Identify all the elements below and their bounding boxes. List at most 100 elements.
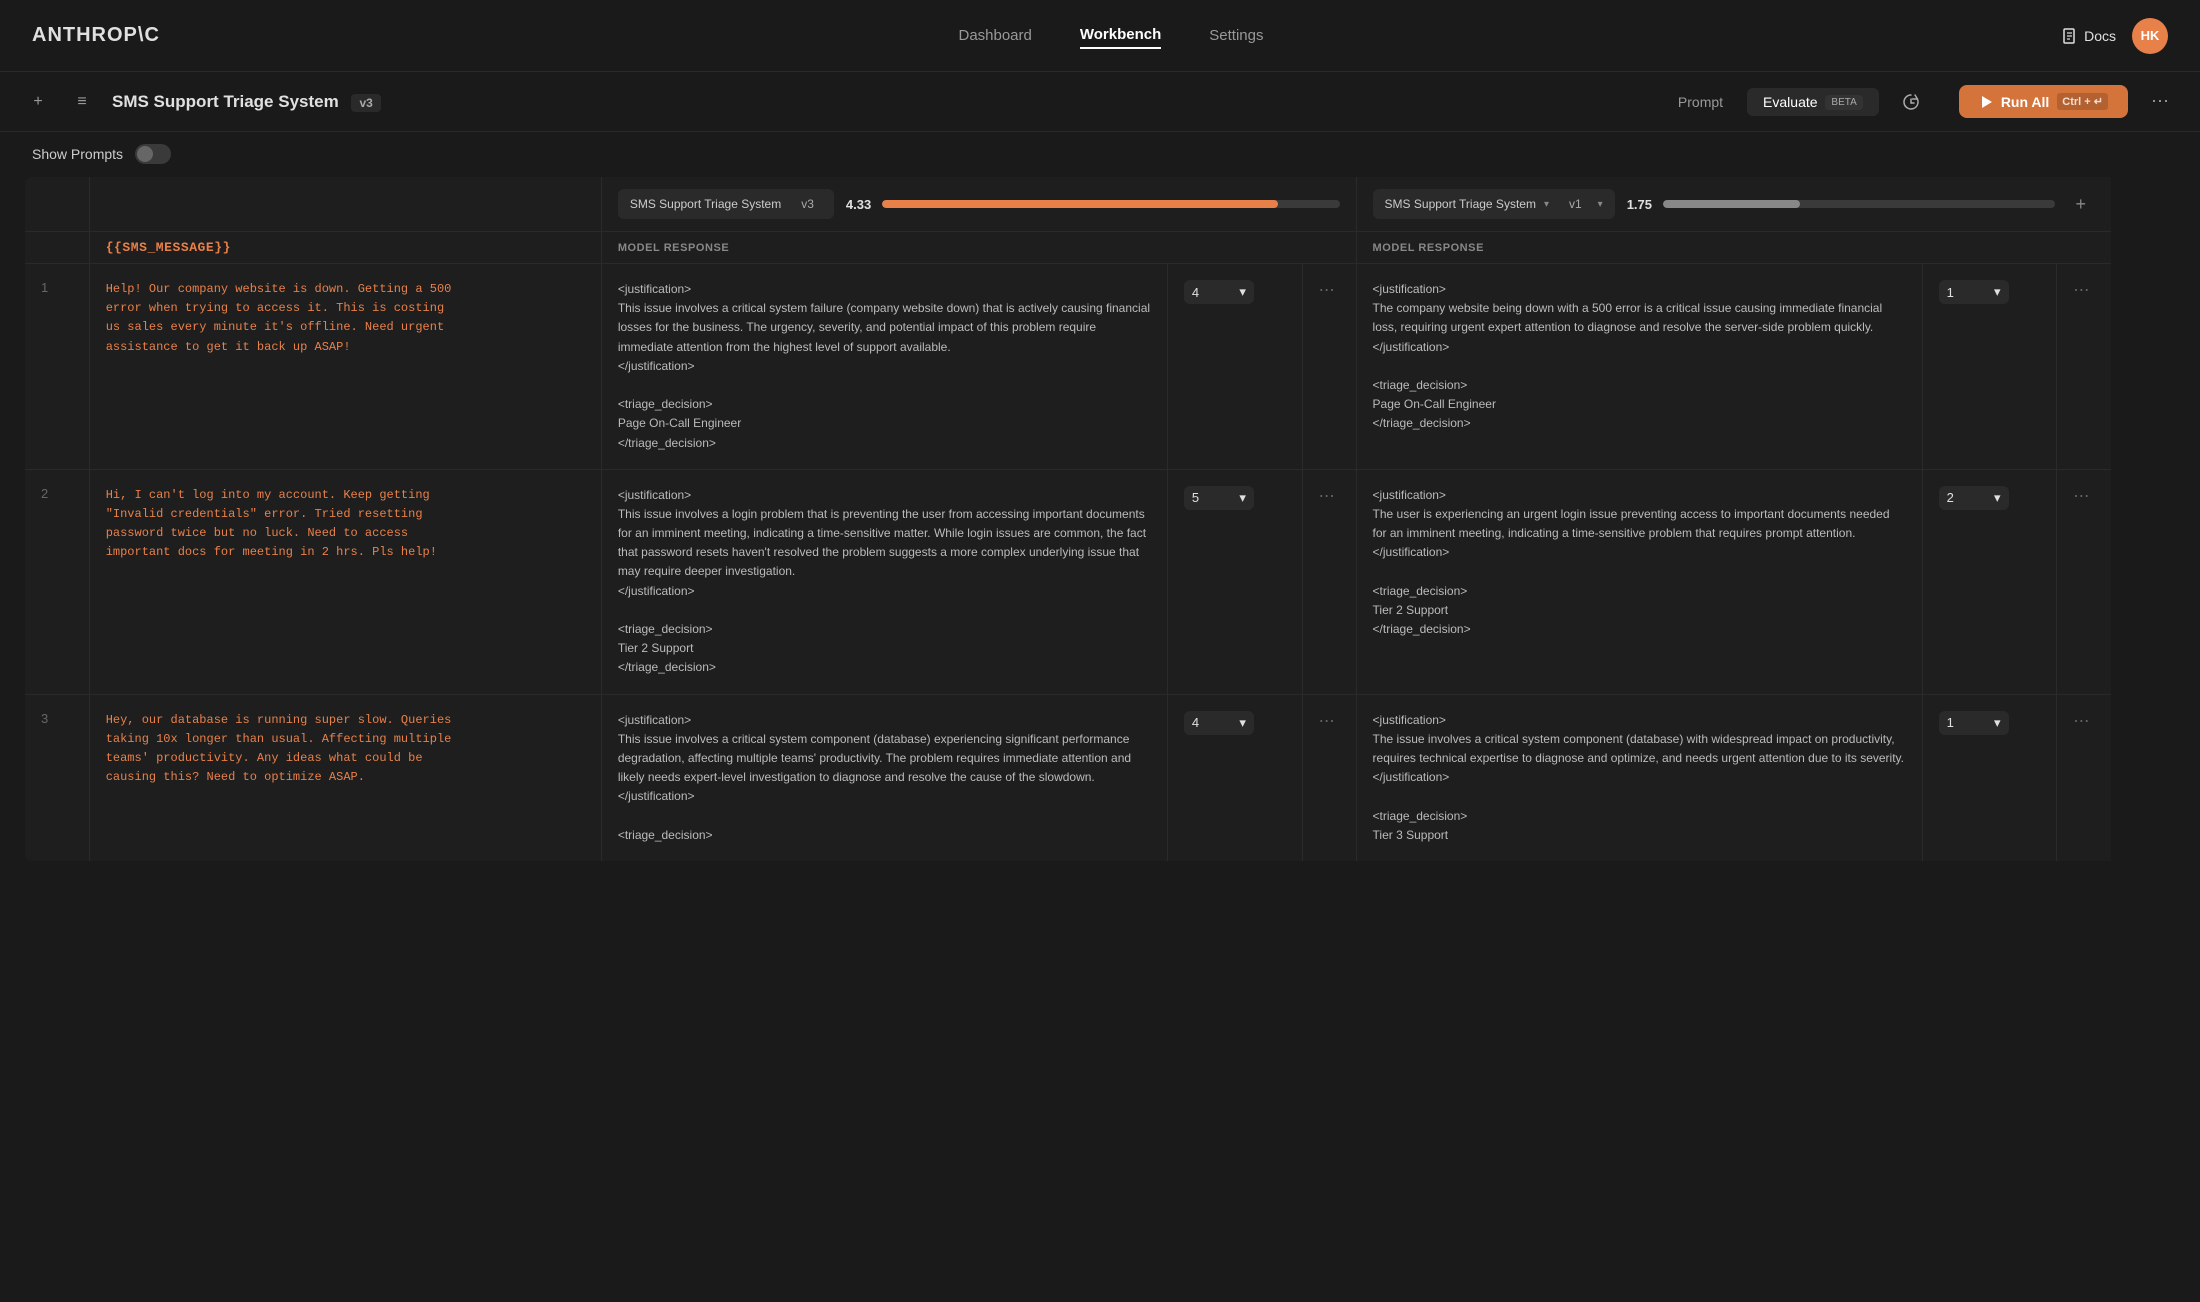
- nav-center: Dashboard Workbench Settings: [958, 22, 1263, 49]
- row-2-more-button-1[interactable]: ⋯: [1319, 486, 1340, 506]
- row-2-score1-cell: 5 ▾: [1167, 469, 1302, 694]
- row-2-score2-dropdown[interactable]: 2 ▾: [1939, 486, 2009, 510]
- model1-selector[interactable]: SMS Support Triage System v3: [618, 189, 834, 219]
- docs-icon: [2062, 28, 2078, 44]
- header-empty-1: [25, 177, 90, 232]
- subheader-model-response-2: MODEL RESPONSE: [1356, 232, 2111, 264]
- score2-chevron: ▾: [1994, 715, 2001, 731]
- history-icon: [1901, 92, 1921, 112]
- toolbar: + ≡ SMS Support Triage System v3 Prompt …: [0, 72, 2200, 132]
- model1-score-fill: [882, 200, 1278, 208]
- tab-evaluate[interactable]: Evaluate BETA: [1747, 88, 1879, 116]
- history-button[interactable]: [1895, 86, 1927, 118]
- model1-score-bg: [882, 200, 1340, 208]
- row-2-actions1: ⋯: [1302, 469, 1356, 694]
- row-3-more-button-2[interactable]: ⋯: [2073, 711, 2094, 731]
- row-1-actions2: ⋯: [2057, 264, 2111, 470]
- row-1-actions1: ⋯: [1302, 264, 1356, 470]
- user-avatar[interactable]: HK: [2132, 18, 2168, 54]
- row-1-more-button-2[interactable]: ⋯: [2073, 280, 2094, 300]
- model2-score-value: 1.75: [1627, 197, 1655, 212]
- score1-chevron: ▾: [1239, 490, 1246, 506]
- model2-selector[interactable]: SMS Support Triage System ▾ v1 ▾: [1373, 189, 1615, 219]
- score2-chevron: ▾: [1994, 490, 2001, 506]
- table-header-row: SMS Support Triage System v3 4.33 SMS Su: [25, 177, 2176, 232]
- top-nav: ANTHROP\C Dashboard Workbench Settings D…: [0, 0, 2200, 72]
- row-2-response2: <justification> The user is experiencing…: [1356, 469, 1922, 694]
- row-3-response1: <justification> This issue involves a cr…: [601, 694, 1167, 861]
- model2-score-bar: 1.75: [1627, 197, 2055, 212]
- row-3-sms: Hey, our database is running super slow.…: [89, 694, 601, 861]
- row-2-score1-dropdown[interactable]: 5 ▾: [1184, 486, 1254, 510]
- row-3-score2-dropdown[interactable]: 1 ▾: [1939, 711, 2009, 735]
- row-1-score2-cell: 1 ▾: [1922, 264, 2057, 470]
- row-1-score1-cell: 4 ▾: [1167, 264, 1302, 470]
- row-3-actions1: ⋯: [1302, 694, 1356, 861]
- model1-score-bar: 4.33: [846, 197, 1340, 212]
- row-1-num: 1: [25, 264, 90, 470]
- row-2-score2-cell: 2 ▾: [1922, 469, 2057, 694]
- keyboard-hint: Ctrl + ↵: [2057, 93, 2108, 110]
- table-row: 3 Hey, our database is running super slo…: [25, 694, 2176, 861]
- score1-chevron: ▾: [1239, 715, 1246, 731]
- version-badge: v3: [351, 94, 380, 112]
- row-1-more-button-1[interactable]: ⋯: [1319, 280, 1340, 300]
- model1-version: v3: [793, 195, 822, 213]
- subheader-model-response-1: MODEL RESPONSE: [601, 232, 1356, 264]
- row-1-score2-dropdown[interactable]: 1 ▾: [1939, 280, 2009, 304]
- nav-dashboard[interactable]: Dashboard: [958, 23, 1031, 48]
- row-1-sms: Help! Our company website is down. Getti…: [89, 264, 601, 470]
- nav-settings[interactable]: Settings: [1209, 23, 1263, 48]
- toggle-knob: [137, 146, 153, 162]
- row-3-score1-dropdown[interactable]: 4 ▾: [1184, 711, 1254, 735]
- nav-right: Docs HK: [2062, 18, 2168, 54]
- row-2-actions2: ⋯: [2057, 469, 2111, 694]
- header-empty-2: [89, 177, 601, 232]
- model2-version-chevron: ▾: [1598, 199, 1603, 210]
- row-3-score1-cell: 4 ▾: [1167, 694, 1302, 861]
- header-model2: SMS Support Triage System ▾ v1 ▾ 1.75 +: [1356, 177, 2111, 232]
- row-3-score2-cell: 1 ▾: [1922, 694, 2057, 861]
- add-column-button[interactable]: +: [2067, 190, 2095, 218]
- tab-prompt[interactable]: Prompt: [1662, 88, 1739, 116]
- list-icon[interactable]: ≡: [68, 88, 96, 116]
- row-3-actions2: ⋯: [2057, 694, 2111, 861]
- docs-button[interactable]: Docs: [2062, 28, 2116, 44]
- model2-version: v1: [1561, 195, 1590, 213]
- row-2-response1: <justification> This issue involves a lo…: [601, 469, 1167, 694]
- row-1-response1: <justification> This issue involves a cr…: [601, 264, 1167, 470]
- main-table-wrap: SMS Support Triage System v3 4.33 SMS Su: [0, 176, 2200, 862]
- model2-score-bg: [1663, 200, 2055, 208]
- eval-table: SMS Support Triage System v3 4.33 SMS Su: [24, 176, 2176, 862]
- row-1-score1-dropdown[interactable]: 4 ▾: [1184, 280, 1254, 304]
- table-subheader-row: {{SMS_MESSAGE}} MODEL RESPONSE MODEL RES…: [25, 232, 2176, 264]
- table-row: 1 Help! Our company website is down. Get…: [25, 264, 2176, 470]
- table-row: 2 Hi, I can't log into my account. Keep …: [25, 469, 2176, 694]
- model2-score-fill: [1663, 200, 1800, 208]
- subheader-sms: {{SMS_MESSAGE}}: [89, 232, 601, 264]
- row-2-more-button-2[interactable]: ⋯: [2073, 486, 2094, 506]
- model2-chevron: ▾: [1544, 199, 1549, 210]
- model1-score-value: 4.33: [846, 197, 874, 212]
- new-icon[interactable]: +: [24, 88, 52, 116]
- subheader-num: [25, 232, 90, 264]
- show-prompts-bar: Show Prompts: [0, 132, 2200, 176]
- brand-logo: ANTHROP\C: [32, 24, 160, 47]
- row-1-response2: <justification> The company website bein…: [1356, 264, 1922, 470]
- header-model1: SMS Support Triage System v3 4.33: [601, 177, 1356, 232]
- show-prompts-label: Show Prompts: [32, 146, 123, 162]
- row-3-num: 3: [25, 694, 90, 861]
- row-3-more-button-1[interactable]: ⋯: [1319, 711, 1340, 731]
- run-icon: [1979, 95, 1993, 109]
- score2-chevron: ▾: [1994, 284, 2001, 300]
- show-prompts-toggle[interactable]: [135, 144, 171, 164]
- more-button[interactable]: ⋯: [2144, 86, 2176, 118]
- tab-group: Prompt Evaluate BETA: [1662, 88, 1879, 116]
- row-3-response2: <justification> The issue involves a cri…: [1356, 694, 1922, 861]
- beta-badge: BETA: [1825, 95, 1862, 110]
- toolbar-title: SMS Support Triage System v3: [112, 92, 1646, 112]
- score1-chevron: ▾: [1239, 284, 1246, 300]
- run-all-button[interactable]: Run All Ctrl + ↵: [1959, 85, 2128, 118]
- row-2-sms: Hi, I can't log into my account. Keep ge…: [89, 469, 601, 694]
- nav-workbench[interactable]: Workbench: [1080, 22, 1161, 49]
